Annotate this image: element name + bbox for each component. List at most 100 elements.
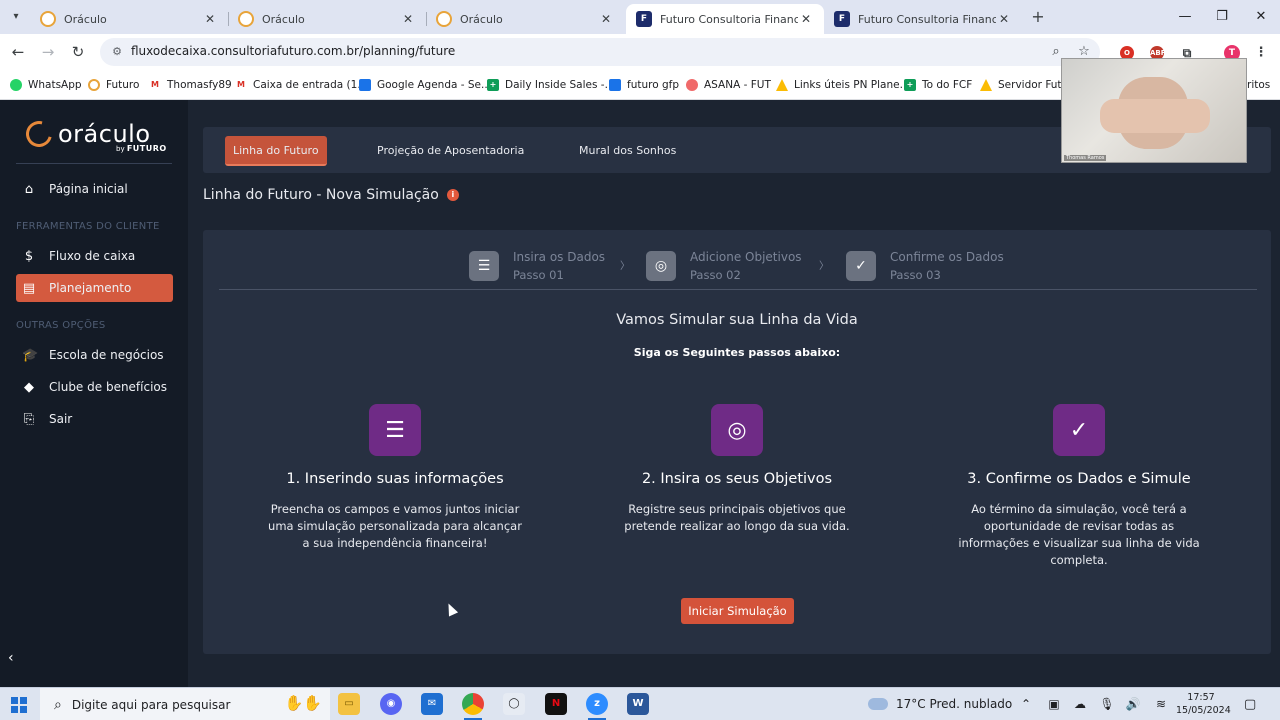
bookmark-label: Daily Inside Sales -... — [505, 79, 615, 91]
file-explorer-icon[interactable]: ▭ — [338, 693, 360, 715]
tab-linha-do-futuro[interactable]: Linha do Futuro — [225, 136, 327, 166]
close-icon[interactable]: ✕ — [202, 12, 218, 26]
bookmark-label: To do FCF — [922, 79, 973, 91]
tab-projecao-de-aposentadoria[interactable]: Projeção de Aposentadoria — [369, 136, 532, 166]
step-title: Confirme os Dados — [890, 250, 1004, 264]
feature-description: Ao término da simulação, você terá a opo… — [958, 502, 1200, 567]
bookmark-futuro[interactable]: Futuro — [88, 77, 139, 93]
gmail-icon: M — [149, 79, 161, 91]
wifi-icon[interactable]: ≋ — [1153, 697, 1169, 711]
cloud-icon — [868, 698, 888, 710]
search-placeholder: Digite aqui para pesquisar — [71, 697, 231, 712]
back-arrow-icon[interactable]: ← — [8, 42, 28, 62]
sidebar-item-escola-de-negocios[interactable]: 🎓 Escola de negócios — [16, 341, 173, 369]
notification-icon[interactable]: ▢ — [1244, 697, 1256, 712]
browser-tab[interactable]: Oráculo ✕ — [228, 4, 426, 34]
chrome-icon[interactable] — [462, 693, 484, 715]
bookmark-label: Google Agenda - Se... — [377, 79, 492, 91]
collapse-sidebar-chevron-icon[interactable]: ‹ — [8, 650, 22, 666]
stepper-step-3: ✓ Confirme os Dados Passo 03 — [846, 248, 1004, 284]
info-icon[interactable]: i — [446, 189, 459, 201]
bookmark-label: futuro gfp — [627, 79, 679, 91]
close-icon[interactable]: ✕ — [400, 12, 416, 26]
netflix-icon[interactable]: N — [545, 693, 567, 715]
google-drive-icon — [776, 79, 788, 91]
bookmark-whatsapp[interactable]: WhatsApp — [10, 77, 82, 93]
feature-description: Registre seus principais objetivos que p… — [624, 502, 850, 533]
minimize-icon[interactable]: — — [1170, 6, 1200, 28]
bookmark-label: ASANA - FUT — [704, 79, 771, 91]
sidebar-item-clube-de-beneficios[interactable]: ◆ Clube de benefícios — [16, 373, 173, 401]
sidebar-item-label: Sair — [49, 412, 73, 426]
zoom-magnifier-icon[interactable]: ⌕ — [1048, 45, 1064, 59]
bookmark-label: Links úteis PN Plane... — [794, 79, 910, 91]
sidebar-item-sair[interactable]: ⎘ Sair — [16, 405, 173, 433]
page-title: Linha do Futuro - Nova Simulação i — [203, 187, 459, 203]
browser-tab-title: Futuro Consultoria Financeira — [858, 12, 996, 26]
kebab-menu-icon[interactable]: ⋮ — [1254, 46, 1268, 60]
whatsapp-app-icon[interactable]: ◯ — [503, 693, 525, 715]
browser-tab[interactable]: F Futuro Consultoria Financeira ✕ — [824, 4, 1022, 34]
microphone-icon[interactable]: 🎙 — [1099, 697, 1115, 711]
bookmark-star-icon[interactable]: ☆ — [1076, 45, 1092, 59]
reload-icon[interactable]: ↻ — [68, 42, 88, 62]
site-info-icon[interactable]: ⚙ — [110, 45, 124, 59]
tab-search-chevron-icon[interactable]: ▾ — [4, 6, 28, 28]
tab-mural-dos-sonhos[interactable]: Mural dos Sonhos — [571, 136, 684, 166]
new-tab-icon[interactable]: + — [1028, 6, 1048, 28]
step-subtitle: Passo 01 — [513, 268, 564, 282]
chevron-right-icon: 〉 — [819, 261, 829, 272]
discord-icon[interactable]: ◉ — [380, 693, 402, 715]
close-icon[interactable]: ✕ — [996, 12, 1012, 26]
check-circle-icon: ✓ — [846, 251, 876, 281]
address-bar[interactable]: ⚙ fluxodecaixa.consultoriafuturo.com.br/… — [100, 38, 1100, 66]
tray-app-icon[interactable]: ▣ — [1046, 697, 1062, 711]
close-icon[interactable]: ✕ — [598, 12, 614, 26]
logo-subtitle: by FUTURO — [116, 144, 167, 153]
browser-tab-active[interactable]: F Futuro Consultoria Financeira ✕ — [626, 4, 824, 34]
close-icon[interactable]: ✕ — [798, 12, 814, 26]
simulation-card: ☰ Insira os Dados Passo 01 〉 ◎ Adicione … — [203, 230, 1271, 654]
sidebar-item-label: Planejamento — [49, 281, 132, 295]
sidebar-item-planejamento[interactable]: ▤ Planejamento — [16, 274, 173, 302]
browser-tab[interactable]: Oráculo ✕ — [426, 4, 624, 34]
mail-app-icon[interactable]: ✉ — [421, 693, 443, 715]
browser-tab[interactable]: Oráculo ✕ — [30, 4, 228, 34]
sidebar-item-fluxo-de-caixa[interactable]: $ Fluxo de caixa — [16, 242, 173, 270]
diamond-icon: ◆ — [24, 379, 34, 395]
checklist-icon: ☰ — [469, 251, 499, 281]
taskbar-clock[interactable]: 17:57 15/05/2024 — [1176, 691, 1231, 717]
bookmark-gmail[interactable]: M Thomasfy89 — [149, 77, 232, 93]
taskbar-search-box[interactable]: ⌕ Digite aqui para pesquisar ✋✋ — [40, 688, 330, 720]
bookmark-futuro-gfp[interactable]: futuro gfp — [609, 77, 679, 93]
zoom-icon[interactable]: z — [586, 693, 608, 715]
start-simulation-button[interactable]: Iniciar Simulação — [681, 598, 794, 624]
feature-card-3: ✓ 3. Confirme os Dados e Simule Ao térmi… — [929, 404, 1229, 569]
bookmark-daily-inside-sales[interactable]: + Daily Inside Sales -... — [487, 77, 615, 93]
bookmark-asana[interactable]: ASANA - FUT — [686, 77, 771, 93]
feature-title: 1. Inserindo suas informações — [286, 471, 504, 487]
step-subtitle: Passo 02 — [690, 268, 741, 282]
bookmark-google-calendar[interactable]: Google Agenda - Se... — [359, 77, 491, 93]
word-icon[interactable]: W — [627, 693, 649, 715]
bookmark-gmail-inbox[interactable]: M Caixa de entrada (1... — [235, 77, 367, 93]
bookmark-links-uteis[interactable]: Links úteis PN Plane... — [776, 77, 910, 93]
webcam-name-label: Thomas Ramos — [1064, 155, 1107, 161]
onedrive-icon[interactable]: ☁ — [1072, 697, 1088, 711]
step-title: Adicione Objetivos — [690, 250, 802, 264]
bookmark-servidor-futuro[interactable]: Servidor Futur — [980, 77, 1073, 93]
bookmark-todo-fcf[interactable]: + To do FCF — [904, 77, 972, 93]
bookmark-overflow[interactable]: ritos — [1247, 77, 1270, 93]
restore-icon[interactable]: ❐ — [1207, 6, 1237, 28]
home-icon: ⌂ — [24, 181, 34, 197]
weather-widget[interactable]: 17°C Pred. nublado — [868, 697, 1012, 711]
window-close-icon[interactable]: ✕ — [1246, 6, 1276, 28]
windows-start-icon[interactable] — [11, 697, 27, 713]
volume-icon[interactable]: 🔊 — [1125, 697, 1141, 711]
sidebar-item-home[interactable]: ⌂ Página inicial — [16, 175, 173, 203]
webcam-hands — [1100, 99, 1210, 133]
browser-tab-title: Oráculo — [262, 12, 305, 26]
forward-arrow-icon[interactable]: → — [38, 42, 58, 62]
step-title: Insira os Dados — [513, 250, 606, 264]
tray-chevron-icon[interactable]: ⌃ — [1018, 697, 1034, 711]
